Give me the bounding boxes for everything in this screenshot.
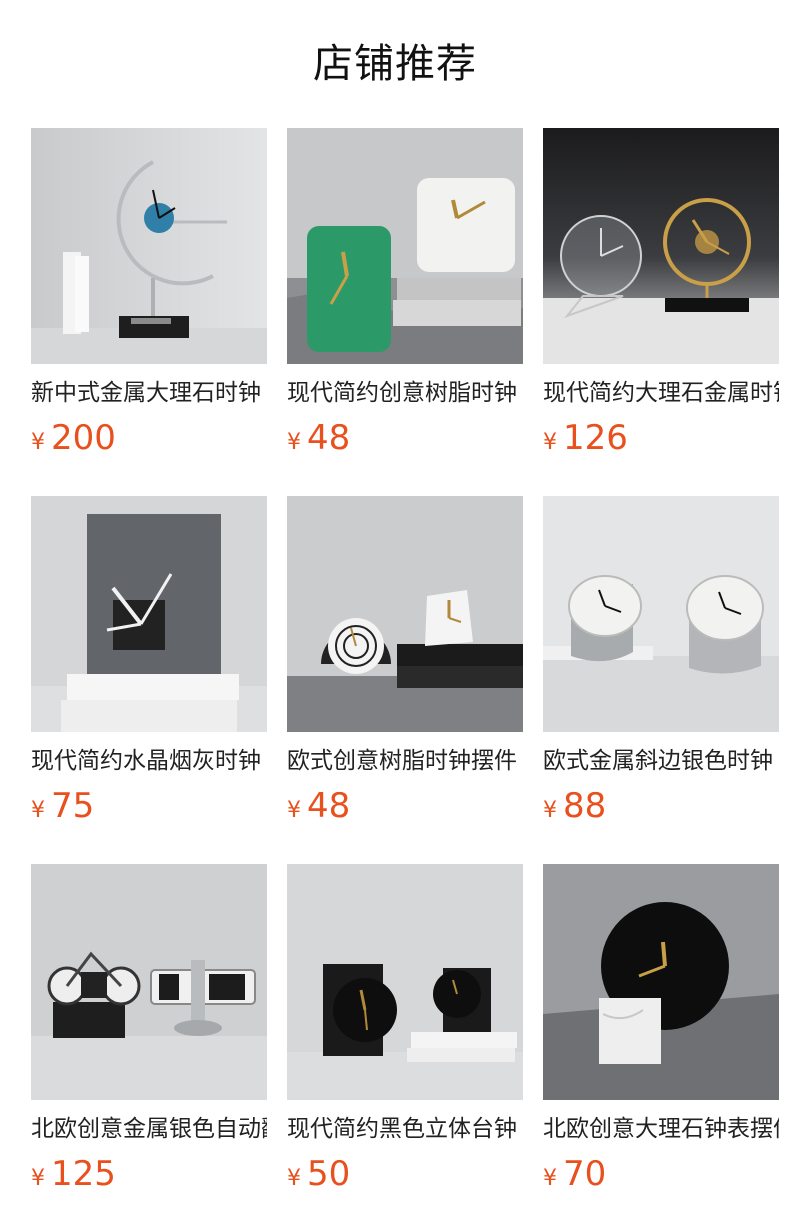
product-name[interactable]: 新中式金属大理石时钟: [31, 376, 267, 410]
price-amount: 125: [51, 1154, 116, 1194]
product-name[interactable]: 现代简约黑色立体台钟: [287, 1112, 523, 1146]
silver-arc-clock-photo: [31, 128, 267, 364]
product-price: ¥200: [31, 416, 116, 460]
product-name[interactable]: 北欧创意大理石钟表摆件: [543, 1112, 779, 1146]
price-amount: 88: [563, 786, 607, 826]
product-image[interactable]: [543, 496, 779, 732]
currency-symbol: ¥: [31, 1166, 45, 1191]
product-image[interactable]: [287, 864, 523, 1100]
product-price: ¥126: [543, 416, 628, 460]
product-name[interactable]: 现代简约水晶烟灰时钟: [31, 744, 267, 778]
product-grid: 新中式金属大理石时钟 ¥200 现代简约创意树脂时钟 ¥48 现代简约大理石金属…: [0, 0, 790, 1232]
product-card[interactable]: 现代简约水晶烟灰时钟 ¥75: [31, 496, 267, 836]
product-card[interactable]: 欧式金属斜边银色时钟 ¥88: [543, 496, 779, 836]
product-name[interactable]: 欧式创意树脂时钟摆件: [287, 744, 523, 778]
product-price: ¥70: [543, 1152, 606, 1196]
product-price: ¥88: [543, 784, 606, 828]
product-card[interactable]: 欧式创意树脂时钟摆件 ¥48: [287, 496, 523, 836]
product-image[interactable]: [31, 496, 267, 732]
currency-symbol: ¥: [287, 1166, 301, 1191]
product-image[interactable]: [543, 864, 779, 1100]
product-card[interactable]: 现代简约黑色立体台钟 ¥50: [287, 864, 523, 1204]
resin-square-clocks-photo: [287, 128, 523, 364]
slanted-silver-clocks-photo: [543, 496, 779, 732]
price-amount: 50: [307, 1154, 351, 1194]
product-image[interactable]: [31, 128, 267, 364]
product-card[interactable]: 北欧创意大理石钟表摆件 ¥70: [543, 864, 779, 1204]
product-image[interactable]: [287, 496, 523, 732]
product-image[interactable]: [287, 128, 523, 364]
price-amount: 48: [307, 786, 351, 826]
gold-ring-clocks-photo: [543, 128, 779, 364]
price-amount: 126: [563, 418, 628, 458]
product-card[interactable]: 现代简约创意树脂时钟 ¥48: [287, 128, 523, 468]
product-card[interactable]: 新中式金属大理石时钟 ¥200: [31, 128, 267, 468]
currency-symbol: ¥: [31, 798, 45, 823]
currency-symbol: ¥: [287, 798, 301, 823]
black-disc-marble-clock-photo: [543, 864, 779, 1100]
product-name[interactable]: 欧式金属斜边银色时钟: [543, 744, 779, 778]
currency-symbol: ¥: [287, 430, 301, 455]
product-image[interactable]: [543, 128, 779, 364]
price-amount: 48: [307, 418, 351, 458]
price-amount: 200: [51, 418, 116, 458]
product-name[interactable]: 现代简约创意树脂时钟: [287, 376, 523, 410]
currency-symbol: ¥: [543, 798, 557, 823]
product-name[interactable]: 北欧创意金属银色自动翻页钟: [31, 1112, 267, 1146]
price-amount: 70: [563, 1154, 607, 1194]
price-amount: 75: [51, 786, 95, 826]
product-price: ¥50: [287, 1152, 350, 1196]
black-block-clocks-photo: [287, 864, 523, 1100]
product-price: ¥48: [287, 784, 350, 828]
product-name[interactable]: 现代简约大理石金属时钟: [543, 376, 779, 410]
currency-symbol: ¥: [543, 430, 557, 455]
product-price: ¥48: [287, 416, 350, 460]
product-image[interactable]: [31, 864, 267, 1100]
product-card[interactable]: 现代简约大理石金属时钟 ¥126: [543, 128, 779, 468]
smoke-crystal-clock-photo: [31, 496, 267, 732]
flip-clock-bike-photo: [31, 864, 267, 1100]
currency-symbol: ¥: [543, 1166, 557, 1191]
product-card[interactable]: 北欧创意金属银色自动翻页钟 ¥125: [31, 864, 267, 1204]
currency-symbol: ¥: [31, 430, 45, 455]
round-rings-clock-photo: [287, 496, 523, 732]
product-price: ¥75: [31, 784, 94, 828]
product-price: ¥125: [31, 1152, 116, 1196]
